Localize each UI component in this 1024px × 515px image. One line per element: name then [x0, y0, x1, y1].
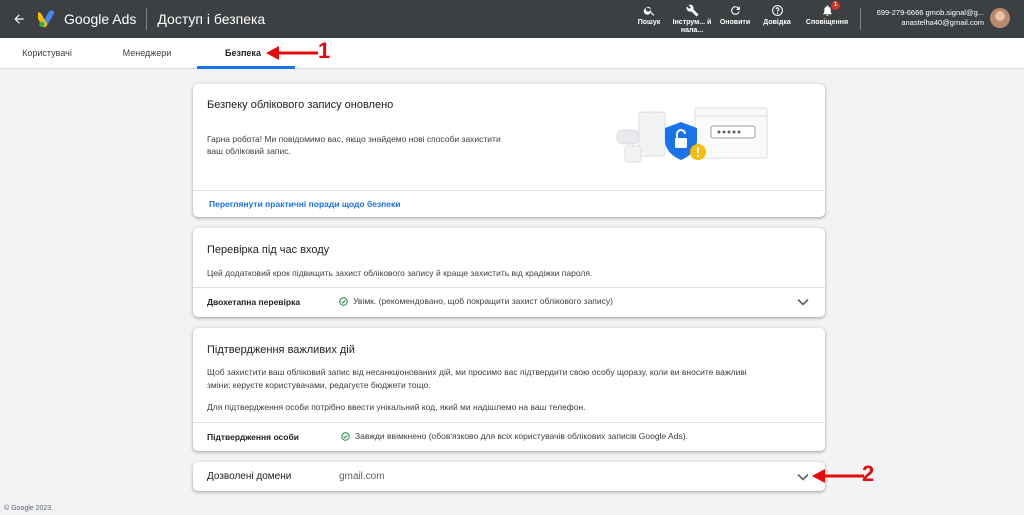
annotation-number-2: 2	[862, 461, 875, 486]
tab-users[interactable]: Користувачі	[14, 38, 80, 68]
avatar[interactable]	[990, 8, 1010, 28]
account-info[interactable]: 699-279-6666 gmob.signal@g... anastelha4…	[866, 8, 984, 28]
tools-settings-button[interactable]: Інструм... й нала...	[670, 0, 714, 38]
refresh-icon	[730, 6, 740, 15]
annotation-arrow-2	[812, 469, 864, 483]
notifications-button[interactable]: 1 Сповіщення	[798, 0, 856, 38]
allowed-domains-card[interactable]: Дозволені домени gmail.com	[193, 462, 825, 491]
card-divider	[193, 190, 825, 191]
chevron-down-icon[interactable]	[797, 473, 809, 481]
active-tab-indicator	[197, 66, 295, 69]
security-shield-illustration	[616, 107, 768, 163]
card-text-line2: зміни: керуєте користувачами, редагуєте …	[207, 380, 431, 390]
help-icon	[771, 5, 783, 16]
login-verification-card: Перевірка під час входу Цей додатковий к…	[193, 228, 825, 317]
allowed-domains-label: Дозволені домени	[207, 471, 292, 482]
notification-badge: 1	[831, 1, 840, 10]
header-divider-right	[860, 8, 861, 30]
identity-confirmation-label: Підтвердження особи	[207, 432, 299, 442]
page-title: Доступ і безпека	[157, 11, 266, 27]
notifications-label: Сповіщення	[805, 19, 849, 26]
check-circle-icon	[339, 296, 348, 306]
identity-confirmation-status: Завжди ввімкнено (обов'язково для всіх к…	[341, 431, 688, 441]
allowed-domains-value: gmail.com	[339, 471, 385, 482]
card-text: Цей додатковий крок підвищить захист обл…	[207, 268, 593, 278]
two-step-label: Двохетапна перевірка	[207, 297, 301, 307]
card-text-line2: ваш обліковий запис.	[207, 146, 291, 156]
card-divider	[193, 422, 825, 423]
important-actions-card: Підтвердження важливих дій Щоб захистити…	[193, 328, 825, 451]
header-tools: Пошук Інструм... й нала... Оновити Довід…	[628, 0, 856, 38]
tab-managers[interactable]: Менеджери	[112, 38, 182, 68]
card-title: Підтвердження важливих дій	[207, 344, 355, 356]
card-title: Перевірка під час входу	[207, 244, 330, 256]
app-name: Google Ads	[64, 11, 137, 27]
refresh-button[interactable]: Оновити	[714, 0, 756, 38]
identity-confirmation-status-text: Завжди ввімкнено (обов'язково для всіх к…	[355, 431, 688, 441]
chevron-down-icon[interactable]	[797, 298, 809, 306]
two-step-status: Увімк. (рекомендовано, щоб покращити зах…	[339, 296, 613, 306]
arrow-back-icon[interactable]	[4, 0, 34, 38]
card-divider	[193, 287, 825, 288]
search-label: Пошук	[637, 19, 661, 26]
help-label: Довідка	[763, 19, 791, 26]
card-text-line3: Для підтвердження особи потрібно ввести …	[207, 402, 586, 412]
account-email: anastelha40@gmail.com	[901, 18, 984, 27]
wrench-icon	[686, 4, 698, 17]
card-text-line1: Гарна робота! Ми повідомимо вас, якщо зн…	[207, 134, 501, 144]
card-title: Безпеку облікового запису оновлено	[207, 99, 394, 111]
refresh-label: Оновити	[719, 19, 751, 26]
annotation-number-1: 1	[318, 38, 331, 63]
tools-label: Інструм... й нала...	[672, 19, 712, 34]
card-text-line1: Щоб захистити ваш обліковий запис від не…	[207, 367, 747, 377]
tab-bar: Користувачі Менеджери Безпека	[0, 38, 1024, 69]
check-circle-icon	[341, 431, 350, 441]
google-ads-logo-icon	[38, 10, 55, 28]
security-tips-link[interactable]: Переглянути практичні поради щодо безпек…	[209, 199, 401, 209]
top-app-bar: Google Ads Доступ і безпека Пошук Інстру…	[0, 0, 1024, 38]
annotation-arrow-1	[266, 46, 318, 60]
google-ads-logo[interactable]: Google Ads	[38, 10, 136, 28]
search-button[interactable]: Пошук	[628, 0, 670, 38]
account-id: 699-279-6666 gmob.signal@g...	[876, 8, 984, 17]
two-step-status-text: Увімк. (рекомендовано, щоб покращити зах…	[353, 296, 613, 306]
search-icon	[643, 6, 654, 16]
security-updated-card: Безпеку облікового запису оновлено Гарна…	[193, 84, 825, 217]
help-button[interactable]: Довідка	[756, 0, 798, 38]
header-divider	[146, 8, 148, 30]
footer-copyright: © Google 2023.	[4, 505, 54, 512]
